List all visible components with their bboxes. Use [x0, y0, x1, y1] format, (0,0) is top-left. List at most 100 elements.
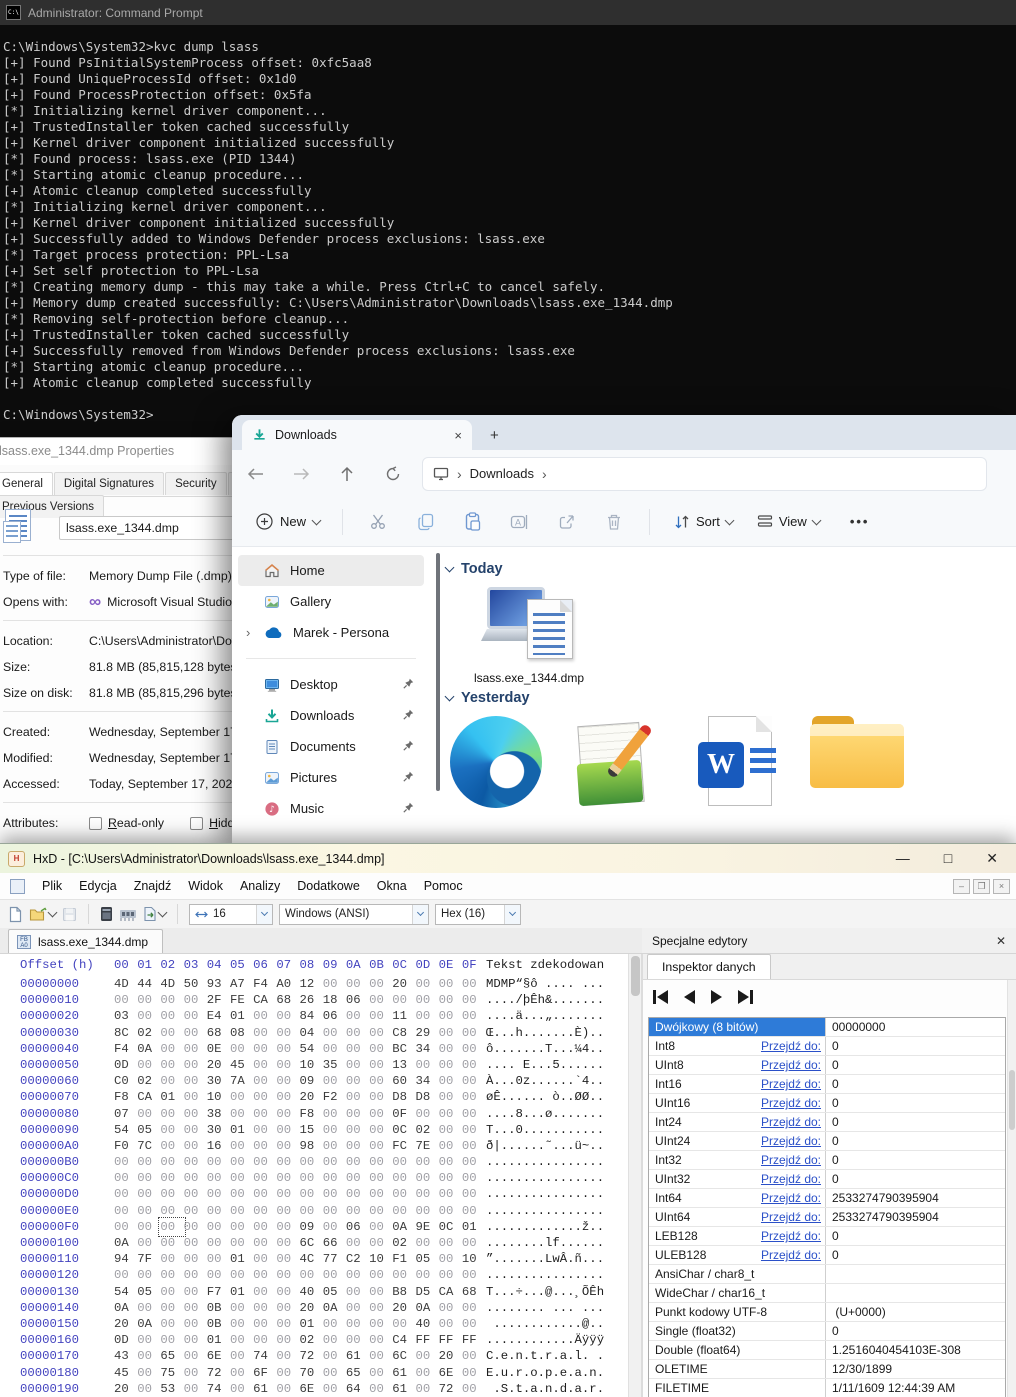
file-item-lsass.exe_1344.dmp[interactable]: lsass.exe_1344.dmp: [468, 585, 590, 686]
file-item[interactable]: [450, 716, 542, 810]
view-button[interactable]: View: [757, 514, 820, 529]
save-icon[interactable]: [62, 907, 77, 922]
hex-grid[interactable]: Offset (h) 000102030405060708090A0B0C0D0…: [0, 954, 628, 1397]
hex-bytes[interactable]: 00000000000000000000000000000000: [114, 1267, 486, 1283]
hex-bytes[interactable]: C0020000307A00000900000060340000: [114, 1073, 486, 1089]
up-button[interactable]: [324, 466, 370, 482]
hex-decoded-text[interactable]: .S.t.a.n.d.a.r.: [486, 1381, 604, 1397]
new-tab-button[interactable]: +: [490, 427, 499, 444]
hex-decoded-text[interactable]: ................: [486, 1203, 604, 1219]
menu-dodatkowe[interactable]: Dodatkowe: [297, 879, 360, 893]
go-to-link[interactable]: Przejdź do:: [761, 1189, 821, 1207]
file-tab[interactable]: FBA0 lsass.exe_1344.dmp: [8, 929, 163, 953]
go-to-link[interactable]: Przejdź do:: [761, 1227, 821, 1245]
hex-decoded-text[interactable]: ................: [486, 1154, 604, 1170]
menu-znajdź[interactable]: Znajdź: [134, 879, 172, 893]
inspector-value[interactable]: [825, 1284, 1005, 1302]
hex-scrollbar[interactable]: [628, 954, 641, 1397]
sidebar-item-documents[interactable]: Documents: [238, 731, 424, 762]
hex-bytes[interactable]: 0000000000000000090006000A9E0C01: [114, 1219, 486, 1235]
hex-bytes[interactable]: 0A000000000000006C66000002000000: [114, 1235, 486, 1251]
hex-decoded-text[interactable]: ô.......T...¼4..: [486, 1041, 604, 1057]
breadcrumb-downloads[interactable]: Downloads: [470, 466, 534, 481]
hex-bytes[interactable]: 947F0000000100004C77C210F1050010: [114, 1251, 486, 1267]
hex-bytes[interactable]: 00000000000000000000000000000000: [114, 1170, 486, 1186]
sidebar-item-home[interactable]: Home: [238, 555, 424, 586]
file-item[interactable]: W: [698, 716, 780, 810]
go-to-link[interactable]: Przejdź do:: [761, 1170, 821, 1188]
inspector-value[interactable]: 0: [825, 1056, 1005, 1074]
hex-decoded-text[interactable]: E.u.r.o.p.e.a.n.: [486, 1365, 604, 1381]
inspector-value[interactable]: 0: [825, 1037, 1005, 1055]
hex-bytes[interactable]: 0700000038000000F80000000F000000: [114, 1106, 486, 1122]
go-to-link[interactable]: Przejdź do:: [761, 1246, 821, 1264]
previous-byte-button[interactable]: [684, 990, 695, 1004]
hex-bytes[interactable]: 8C0200006808000004000000C8290000: [114, 1025, 486, 1041]
hex-decoded-text[interactable]: ....ä...„.......: [486, 1008, 604, 1024]
inspector-value[interactable]: 0: [825, 1170, 1005, 1188]
inspector-value[interactable]: 0: [825, 1322, 1005, 1340]
hex-bytes[interactable]: 00000000000000000000000000000000: [114, 1203, 486, 1219]
readonly-checkbox[interactable]: Read-only: [89, 816, 164, 830]
inspector-value[interactable]: 2533274790395904: [825, 1208, 1005, 1226]
hex-decoded-text[interactable]: Œ...h.......È)..: [486, 1025, 604, 1041]
bytes-per-row-combo[interactable]: 16: [189, 904, 273, 925]
ram-icon[interactable]: [119, 907, 137, 922]
sidebar-item-marek-persona[interactable]: ›Marek - Persona: [238, 617, 424, 648]
inspector-value[interactable]: 2533274790395904: [825, 1189, 1005, 1207]
go-to-link[interactable]: Przejdź do:: [761, 1151, 821, 1169]
tab-digital-signatures[interactable]: Digital Signatures: [54, 472, 164, 495]
menu-pomoc[interactable]: Pomoc: [424, 879, 463, 893]
sidebar-item-downloads[interactable]: Downloads: [238, 700, 424, 731]
new-button[interactable]: New: [246, 505, 330, 538]
hex-bytes[interactable]: F40A00000E00000054000000BC340000: [114, 1041, 486, 1057]
hex-bytes[interactable]: F07C00001600000098000000FC7E0000: [114, 1138, 486, 1154]
hex-bytes[interactable]: 00000000000000000000000000000000: [114, 1154, 486, 1170]
paste-button[interactable]: [449, 512, 496, 531]
hex-decoded-text[interactable]: ............Äÿÿÿ: [486, 1332, 604, 1348]
first-byte-button[interactable]: [653, 990, 668, 1004]
sidebar-scrollbar[interactable]: [436, 553, 440, 791]
menu-okna[interactable]: Okna: [377, 879, 407, 893]
minimize-icon[interactable]: —: [896, 850, 910, 867]
copy-button[interactable]: [402, 513, 449, 531]
hidden-checkbox-box[interactable]: [190, 817, 203, 830]
hex-decoded-text[interactable]: ....8...ø.......: [486, 1106, 604, 1122]
hex-decoded-text[interactable]: MDMP“§ô .... ...: [486, 976, 604, 992]
inspector-value[interactable]: 0: [825, 1227, 1005, 1245]
explorer-tab-downloads[interactable]: Downloads ×: [242, 420, 472, 450]
sidebar-item-music[interactable]: ♪Music: [238, 793, 424, 824]
rename-button[interactable]: A: [496, 514, 543, 530]
menu-analizy[interactable]: Analizy: [240, 879, 280, 893]
hex-bytes[interactable]: 20005300740061006E00640061007200: [114, 1381, 486, 1397]
hex-bytes[interactable]: 200A00000B0000000100000000400000: [114, 1316, 486, 1332]
maximize-icon[interactable]: □: [944, 850, 952, 867]
go-to-link[interactable]: Przejdź do:: [761, 1113, 821, 1131]
inspector-value[interactable]: 1.2516040454103E-308: [825, 1341, 1005, 1359]
tab-security[interactable]: Security: [165, 472, 227, 495]
hex-decoded-text[interactable]: ........ ... ...: [486, 1300, 604, 1316]
inspector-value[interactable]: 12/30/1899: [825, 1360, 1005, 1378]
close-icon[interactable]: ✕: [986, 850, 998, 867]
hex-decoded-text[interactable]: .... E...5......: [486, 1057, 604, 1073]
go-to-link[interactable]: Przejdź do:: [761, 1208, 821, 1226]
open-file-button[interactable]: [29, 907, 56, 922]
last-byte-button[interactable]: [738, 990, 753, 1004]
sidebar-item-pictures[interactable]: Pictures: [238, 762, 424, 793]
inspector-value[interactable]: 0: [825, 1151, 1005, 1169]
inspector-value[interactable]: 00000000: [825, 1018, 1005, 1036]
numeric-base-combo[interactable]: Hex (16): [435, 904, 521, 925]
cmd-titlebar[interactable]: C:\ Administrator: Command Prompt: [0, 0, 1016, 25]
group-header-today[interactable]: Today: [446, 561, 1016, 577]
file-item[interactable]: [810, 716, 906, 810]
hex-bytes[interactable]: 00000000000000000000000000000000: [114, 1186, 486, 1202]
hex-decoded-text[interactable]: C.e.n.t.r.a.l. .: [486, 1348, 604, 1364]
menu-edycja[interactable]: Edycja: [79, 879, 117, 893]
share-button[interactable]: [543, 513, 590, 530]
hex-bytes[interactable]: 03000000E40100008406000011000000: [114, 1008, 486, 1024]
hex-bytes[interactable]: 4500750072006F007000650061006E00: [114, 1365, 486, 1381]
delete-button[interactable]: [590, 513, 637, 531]
menu-widok[interactable]: Widok: [188, 879, 223, 893]
go-to-link[interactable]: Przejdź do:: [761, 1056, 821, 1074]
mdi-minimize-icon[interactable]: –: [953, 879, 970, 894]
